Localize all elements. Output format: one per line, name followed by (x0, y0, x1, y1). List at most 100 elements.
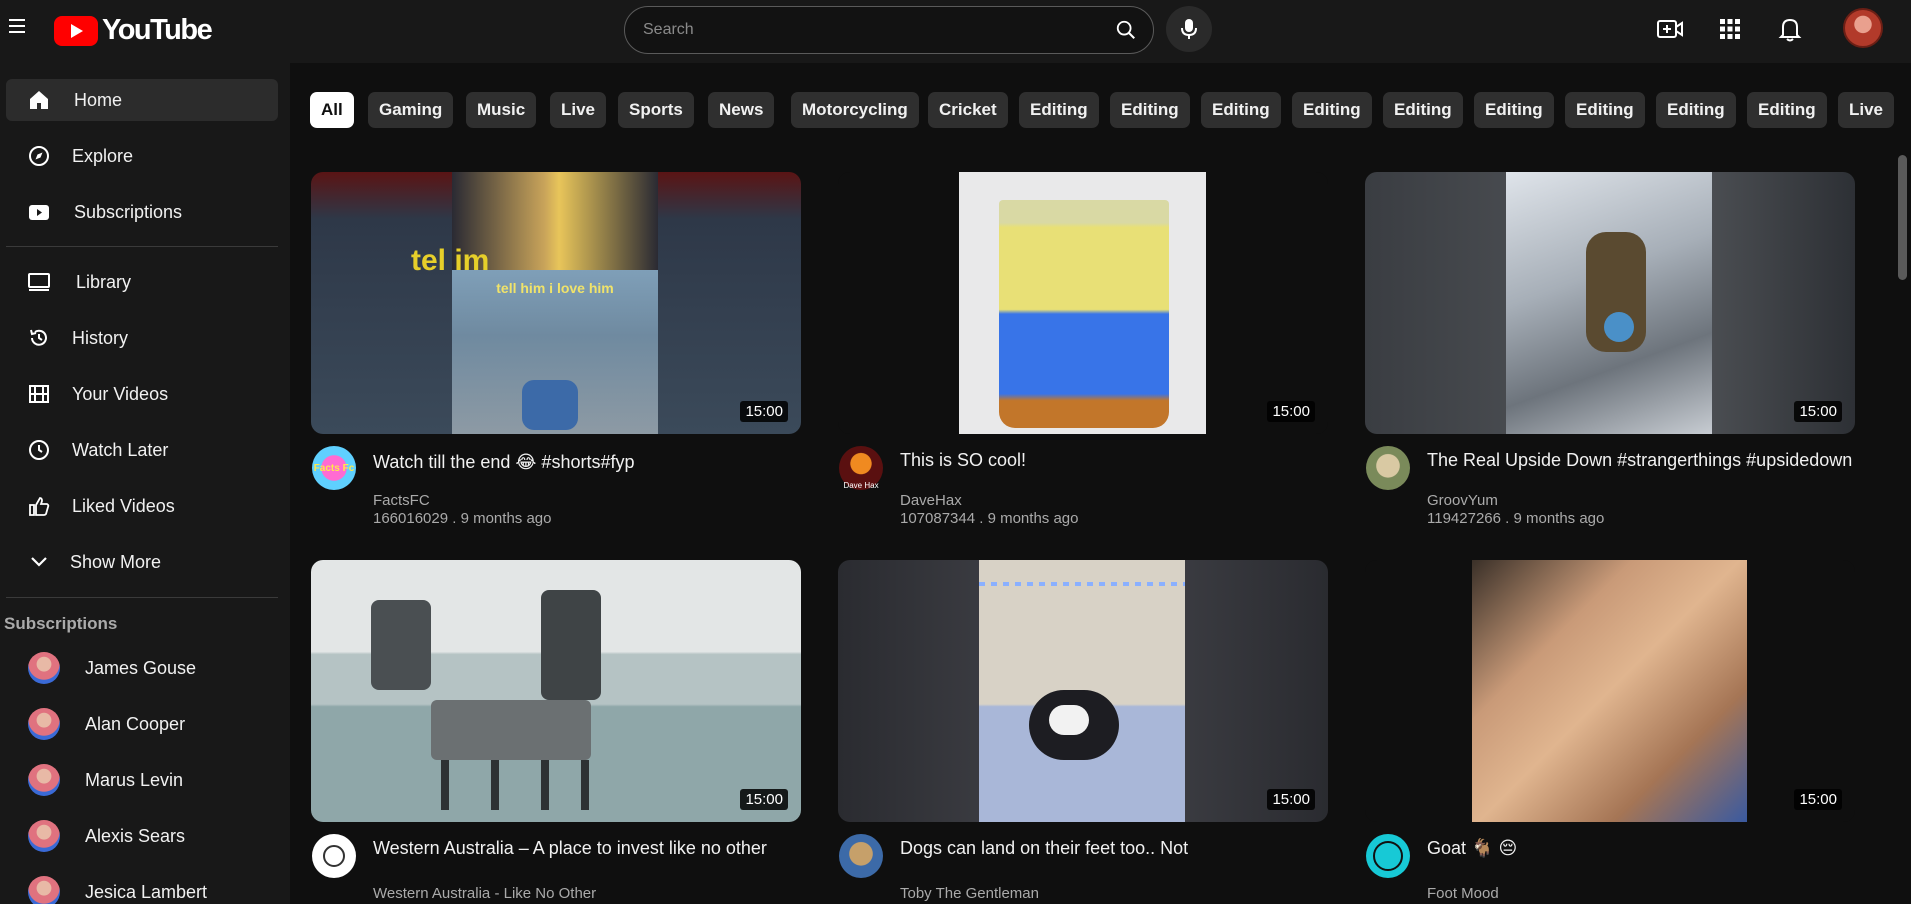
video-title[interactable]: The Real Upside Down #strangerthings #up… (1427, 449, 1857, 471)
chip-editing[interactable]: Editing (1201, 92, 1281, 128)
subscription-name: Alan Cooper (85, 713, 186, 734)
duration-badge: 15:00 (740, 789, 788, 810)
video-title[interactable]: Goat 🐐 😔 (1427, 837, 1847, 859)
chip-editing[interactable]: Editing (1110, 92, 1190, 128)
chip-editing[interactable]: Editing (1292, 92, 1372, 128)
video-meta: 119427266 . 9 months ago (1427, 510, 1605, 527)
chip-cricket[interactable]: Cricket (928, 92, 1008, 128)
channel-avatar[interactable] (839, 834, 883, 878)
create-video-icon[interactable] (1655, 14, 1685, 44)
sidebar-item-watch-later[interactable]: Watch Later (6, 429, 278, 471)
video-thumbnail[interactable]: 15:00 (838, 172, 1328, 434)
channel-avatar[interactable] (1366, 834, 1410, 878)
channel-avatar[interactable]: Dave Hax (839, 446, 883, 490)
subscription-item[interactable]: Alexis Sears (6, 815, 278, 857)
channel-name[interactable]: Toby The Gentleman (900, 885, 1039, 902)
thumbnail-scene (371, 600, 431, 690)
video-thumbnail[interactable]: 15:00 (1365, 172, 1855, 434)
channel-name[interactable]: GroovYum (1427, 492, 1498, 509)
subscription-item[interactable]: Marus Levin (6, 759, 278, 801)
chip-editing[interactable]: Editing (1474, 92, 1554, 128)
sidebar-item-home[interactable]: Home (6, 79, 278, 121)
chip-editing[interactable]: Editing (1656, 92, 1736, 128)
avatar-label: Dave Hax (843, 481, 879, 490)
subscription-name: Marus Levin (85, 769, 184, 790)
mic-button[interactable] (1166, 6, 1212, 52)
chip-sports[interactable]: Sports (618, 92, 694, 128)
subscription-item[interactable]: Jesica Lambert (6, 871, 278, 904)
sidebar-item-show-more[interactable]: Show More (6, 541, 278, 583)
search-icon[interactable] (1115, 19, 1137, 41)
sidebar-item-label: Liked Videos (72, 495, 175, 516)
compass-icon (26, 143, 52, 169)
video-title[interactable]: Watch till the end 😂 #shorts#fyp (373, 451, 793, 473)
apps-grid-icon[interactable] (1715, 14, 1745, 44)
video-title[interactable]: This is SO cool! (900, 449, 1320, 471)
video-title[interactable]: Western Australia – A place to invest li… (373, 837, 793, 859)
duration-badge: 15:00 (1794, 401, 1842, 422)
chip-all[interactable]: All (310, 92, 354, 128)
chip-editing[interactable]: Editing (1565, 92, 1645, 128)
divider (6, 597, 278, 598)
scrollbar[interactable] (1898, 155, 1907, 280)
sidebar-item-library[interactable]: Library (6, 261, 278, 303)
channel-name[interactable]: Western Australia - Like No Other (373, 885, 596, 902)
video-card: 15:00 Western Australia – A place to inv… (311, 560, 801, 904)
sidebar-item-label: Watch Later (72, 439, 169, 460)
channel-avatar[interactable] (1366, 446, 1410, 490)
video-title[interactable]: Dogs can land on their feet too.. Not (900, 837, 1320, 859)
channel-avatar (28, 708, 60, 740)
subscription-item[interactable]: Alan Cooper (6, 703, 278, 745)
video-thumbnail[interactable]: 15:00 (311, 560, 801, 822)
your-videos-icon (26, 381, 52, 407)
sidebar-item-label: Library (76, 271, 132, 292)
chip-music[interactable]: Music (466, 92, 537, 128)
user-avatar[interactable] (1843, 8, 1883, 48)
channel-name[interactable]: DaveHax (900, 492, 962, 509)
chip-news[interactable]: News (708, 92, 775, 128)
library-icon (26, 269, 52, 295)
channel-avatar (28, 764, 60, 796)
video-card: 15:00 Dogs can land on their feet too.. … (838, 560, 1328, 904)
thumbnail-scene (979, 560, 1185, 822)
subscription-name: Jesica Lambert (85, 881, 208, 902)
sidebar-item-label: Home (74, 89, 123, 110)
channel-name[interactable]: Foot Mood (1427, 885, 1499, 902)
logo-text: YouTube (102, 14, 213, 46)
chevron-down-icon (26, 549, 52, 575)
thumbnail-scene (431, 700, 591, 760)
video-card: 15:00 Dave Hax This is SO cool! DaveHax … (838, 172, 1328, 542)
chip-live[interactable]: Live (550, 92, 607, 128)
clock-icon (26, 437, 52, 463)
sidebar-item-liked-videos[interactable]: Liked Videos (6, 485, 278, 527)
chip-editing[interactable]: Editing (1019, 92, 1099, 128)
channel-name[interactable]: FactsFC (373, 492, 430, 509)
video-thumbnail[interactable]: 15:00 (1365, 560, 1855, 822)
video-thumbnail[interactable]: tel im tell him i love him 15:00 (311, 172, 801, 434)
sidebar-item-explore[interactable]: Explore (6, 135, 278, 177)
search-box (624, 6, 1154, 54)
history-icon (26, 325, 52, 351)
sidebar-item-history[interactable]: History (6, 317, 278, 359)
thumbnail-scene: tell him i love him (452, 270, 658, 434)
youtube-logo[interactable]: YouTube (54, 14, 213, 47)
subscription-item[interactable]: James Gouse (6, 647, 278, 689)
video-card: tel im tell him i love him 15:00 Facts F… (311, 172, 801, 542)
sidebar-item-label: History (72, 327, 129, 348)
chip-gaming[interactable]: Gaming (368, 92, 454, 128)
chip-motorcycling[interactable]: Motorcycling (791, 92, 919, 128)
chip-editing[interactable]: Editing (1383, 92, 1463, 128)
sidebar-item-subscriptions[interactable]: Subscriptions (6, 191, 278, 233)
chip-editing[interactable]: Editing (1747, 92, 1827, 128)
channel-avatar[interactable]: Facts Fc (312, 446, 356, 490)
search-input[interactable] (643, 21, 1153, 39)
channel-avatar (28, 876, 60, 904)
chip-live[interactable]: Live (1838, 92, 1895, 128)
notifications-bell-icon[interactable] (1775, 14, 1805, 44)
video-thumbnail[interactable]: 15:00 (838, 560, 1328, 822)
menu-icon[interactable] (8, 17, 26, 35)
thumbnail-caption: tell him i love him (496, 280, 614, 296)
thumbs-up-icon (26, 493, 52, 519)
sidebar-item-your-videos[interactable]: Your Videos (6, 373, 278, 415)
channel-avatar[interactable] (312, 834, 356, 878)
